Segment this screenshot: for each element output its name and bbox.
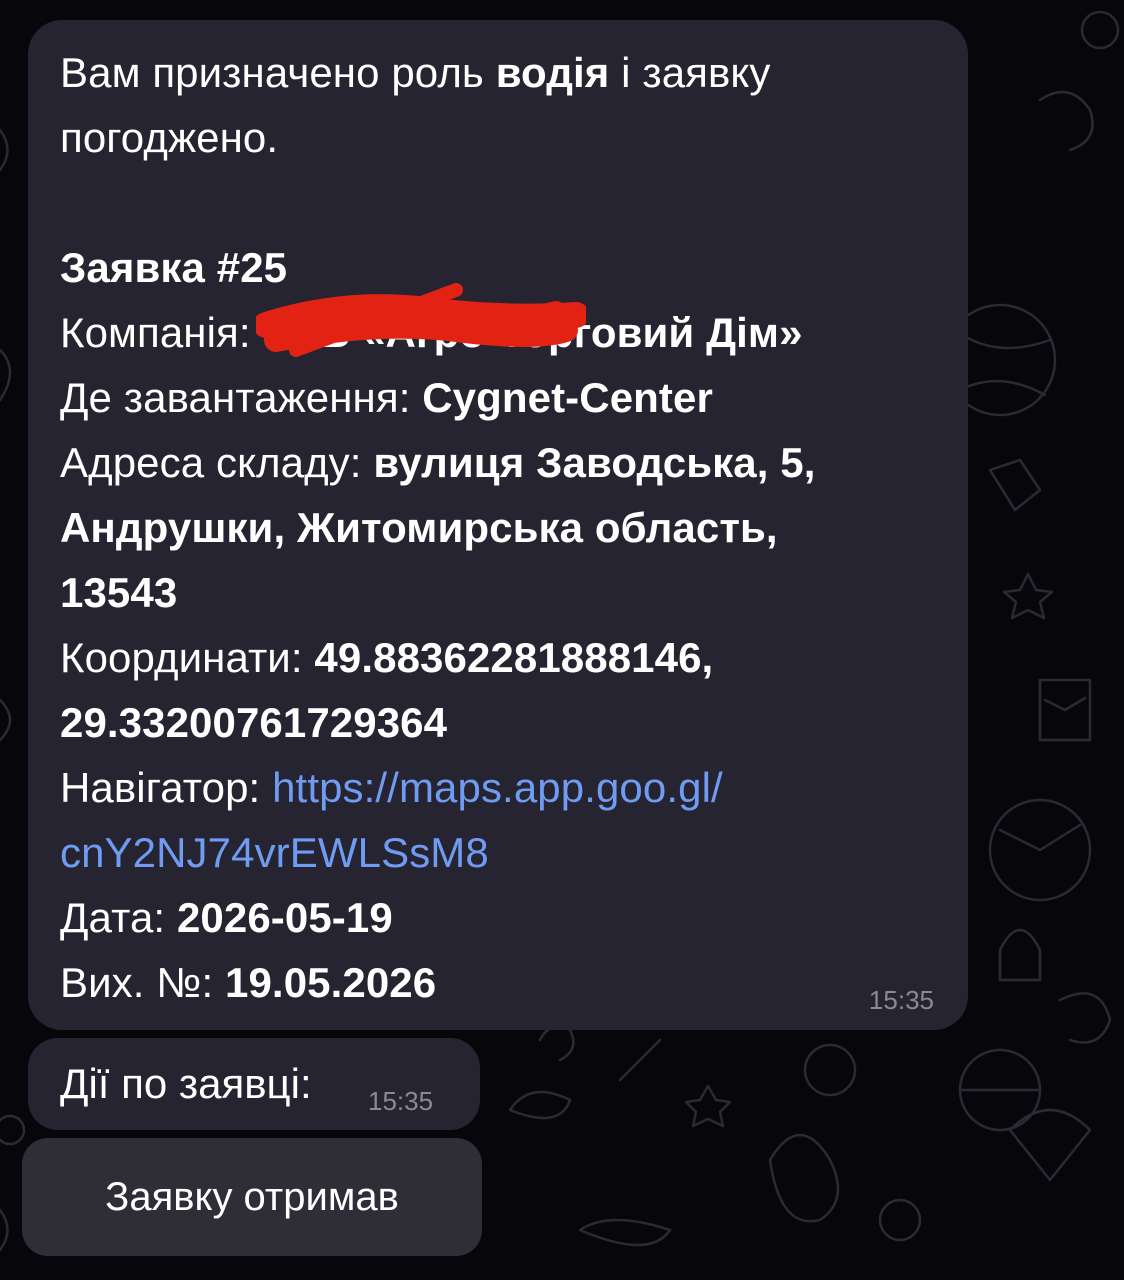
address-value: вулиця Заводська, 5, <box>373 439 816 486</box>
company-label: Компанія: <box>60 309 263 356</box>
intro-text: Вам призначено роль <box>60 49 496 96</box>
actions-message-bubble: Дії по заявці: 15:35 <box>28 1038 480 1130</box>
company-value-redacted: ТОВ «Агро-Торговий Дім» <box>256 283 802 365</box>
navigator-link-continued[interactable]: cnY2NJ74vrEWLSsM8 <box>60 829 489 876</box>
loading-value: Cygnet-Center <box>422 374 713 421</box>
request-received-button[interactable]: Заявку отримав <box>22 1138 482 1256</box>
navigator-link[interactable]: https://maps.app.goo.gl/ <box>272 764 723 811</box>
postal-code: 13543 <box>60 569 178 616</box>
order-message-bubble: Вам призначено роль водія і заявку погод… <box>28 20 968 1030</box>
date-value: 2026-05-19 <box>176 894 393 941</box>
date-line: Дата: 2026-05-19 <box>60 885 938 950</box>
coords-line-2: 29.33200761729364 <box>60 690 938 755</box>
navigator-line: Навігатор: https://maps.app.goo.gl/ <box>60 755 938 820</box>
actions-message-timestamp: 15:35 <box>368 1086 434 1116</box>
coords-label: Координати: <box>60 634 315 681</box>
message-timestamp: 15:35 <box>868 985 934 1015</box>
outgoing-number-label: Вих. №: <box>60 959 226 1006</box>
loading-label: Де завантаження: <box>60 374 423 421</box>
address-line-2: Андрушки, Житомирська область, <box>60 495 938 560</box>
intro-text-2: і заявку <box>609 49 771 96</box>
outgoing-number-line: Вих. №: 19.05.2026 <box>60 950 938 1015</box>
latitude-value: 49.88362281888146, <box>314 634 714 681</box>
request-title-text: Заявка #25 <box>60 244 288 291</box>
address-line: Адреса складу: вулиця Заводська, 5, <box>60 430 938 495</box>
address-line-3: 13543 <box>60 560 938 625</box>
address-value-2: Андрушки, Житомирська область, <box>60 504 778 551</box>
date-label: Дата: <box>60 894 177 941</box>
navigator-line-2: cnY2NJ74vrEWLSsM8 <box>60 820 938 885</box>
message-line: Вам призначено роль водія і заявку <box>60 40 938 105</box>
coords-line: Координати: 49.88362281888146, <box>60 625 938 690</box>
redaction-scribble <box>256 283 587 357</box>
longitude-value: 29.33200761729364 <box>60 699 448 746</box>
outgoing-number-value: 19.05.2026 <box>225 959 437 1006</box>
company-line: Компанія: ТОВ «Агро-Торговий Дім» <box>60 283 938 365</box>
message-line: погоджено. <box>60 105 938 170</box>
loading-line: Де завантаження: Cygnet-Center <box>60 365 938 430</box>
address-label: Адреса складу: <box>60 439 374 486</box>
request-received-button-label: Заявку отримав <box>105 1174 399 1219</box>
navigator-label: Навігатор: <box>60 764 273 811</box>
intro-text-3: погоджено. <box>60 114 279 161</box>
role-text: водія <box>495 49 610 96</box>
